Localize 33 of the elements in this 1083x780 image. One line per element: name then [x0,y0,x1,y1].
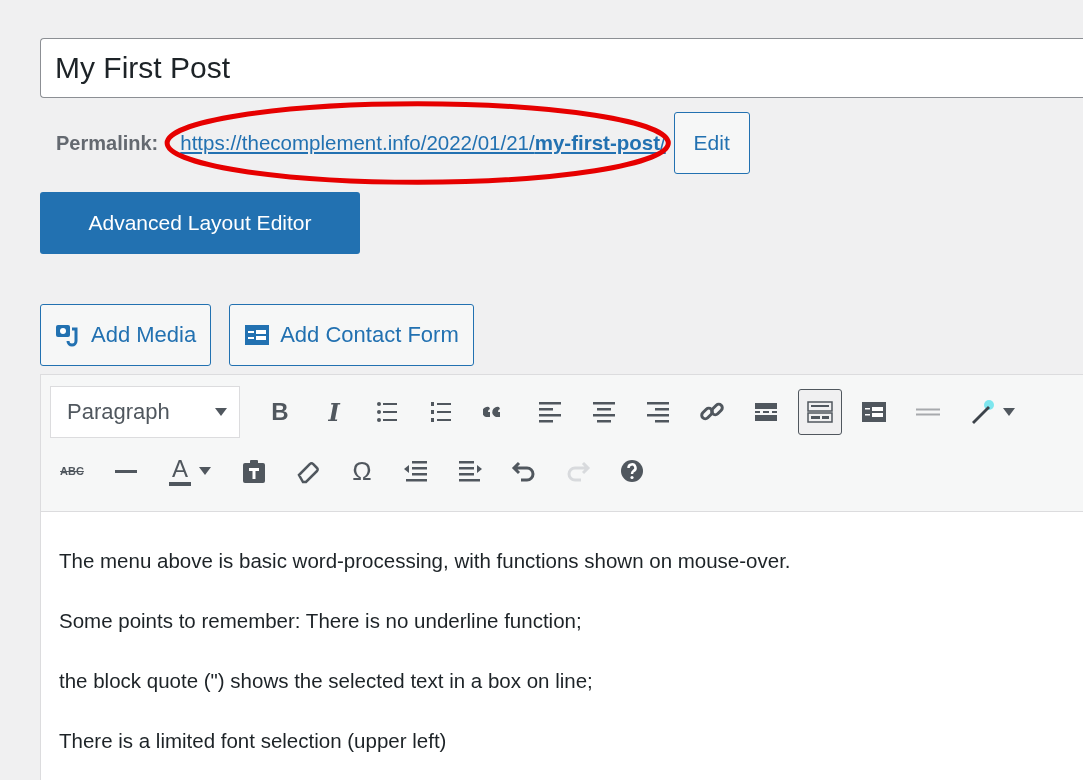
align-right-icon [645,399,671,425]
paragraph-text: the block quote (") shows the selected text in a box on line; [59,668,594,694]
indent-icon [457,458,483,484]
divider-icon [916,408,940,416]
bold-button[interactable]: B [258,389,302,435]
paragraph-text: There is a limited font selection (upper left) [59,728,448,754]
toolbar-toggle-button[interactable] [798,389,842,435]
permalink-label: Permalink: [56,131,159,155]
italic-button[interactable]: I [312,389,356,435]
caret-icon [1003,408,1015,416]
align-center-icon [591,399,617,425]
align-left-icon [537,399,563,425]
title-input[interactable]: My First Post [40,38,1083,98]
add-media-button[interactable]: Add Media [40,304,212,366]
strikethrough-button[interactable]: ABC [50,448,94,494]
caret-icon [199,467,211,475]
paste-text-icon [241,458,267,484]
caret-icon [215,408,227,416]
advanced-layout-editor-button[interactable]: Advanced Layout Editor [40,192,360,254]
format-select[interactable]: Paragraph [50,386,240,438]
edit-button[interactable]: Edit [673,112,750,174]
outdent-icon [403,458,429,484]
paragraph-text: Some points to remember: There is no underline function; [59,608,583,634]
horizontal-line-icon [115,469,137,473]
text-color-button[interactable]: A [158,448,222,494]
media-icon [55,323,81,347]
toolbar-toggle-icon [807,399,833,425]
paragraph-text: The menu above is basic word-processing, with functions shown on mouse-over. [59,548,792,574]
form-icon [861,399,887,425]
add-contact-form-button[interactable]: Add Contact Form [229,304,474,366]
special-char-button[interactable]: Ω [340,448,384,494]
help-icon [619,458,645,484]
form-icon [244,324,271,346]
